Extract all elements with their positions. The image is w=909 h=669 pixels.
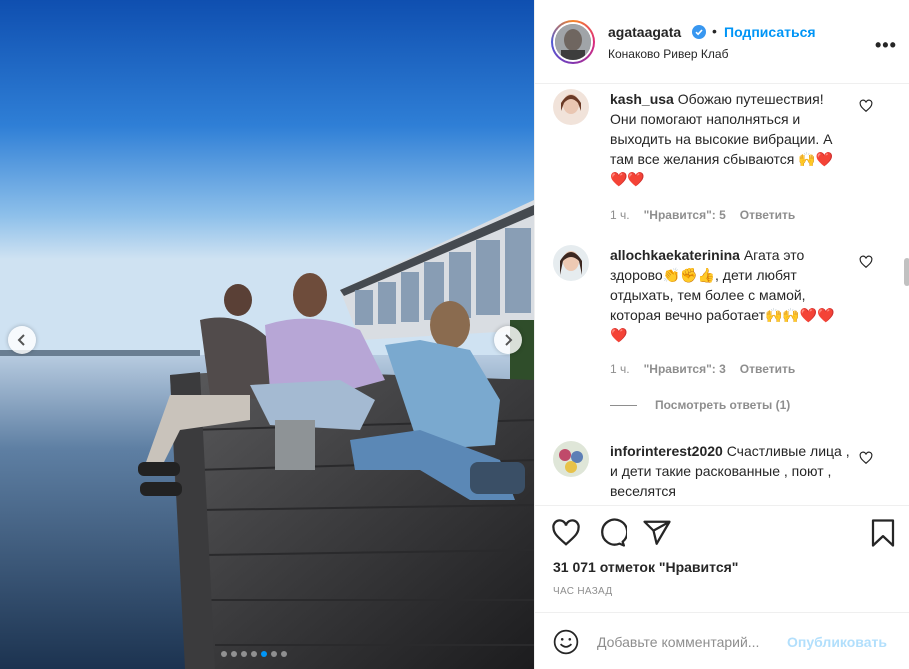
comment-text-block: allochkaekaterinina Агата это здорово👏✊👍… <box>610 245 850 345</box>
avatar-image <box>553 89 589 125</box>
comment-like-icon[interactable] <box>859 451 873 465</box>
post-time[interactable]: ЧАС НАЗАД <box>553 586 612 597</box>
comment-likes[interactable]: "Нравится": 3 <box>644 362 726 376</box>
avatar-image <box>553 441 589 477</box>
comment-meta: 1 ч. "Нравится": 5 Ответить <box>610 208 795 222</box>
post-header: agataagata • Подписаться Конаково Ривер … <box>535 0 909 84</box>
more-options-button[interactable]: ••• <box>875 35 897 56</box>
comment-time: 1 ч. <box>610 208 630 222</box>
carousel-dot <box>281 651 287 657</box>
view-replies-label: Посмотреть ответы (1) <box>655 398 791 412</box>
likes-count[interactable]: 31 071 отметок "Нравится" <box>553 559 738 575</box>
carousel-dot <box>241 651 247 657</box>
commenter-avatar[interactable] <box>553 245 589 281</box>
replies-divider-line <box>610 404 637 406</box>
commenter-username[interactable]: allochkaekaterinina <box>610 247 740 263</box>
avatar-image <box>553 245 589 281</box>
carousel-dot <box>221 651 227 657</box>
avatar-image <box>555 24 591 60</box>
view-replies-button[interactable]: Посмотреть ответы (1) <box>610 398 790 412</box>
post-photo <box>0 0 534 669</box>
post-media[interactable] <box>0 0 534 669</box>
author-username[interactable]: agataagata <box>608 24 681 40</box>
comments-list[interactable]: kash_usa Обожаю путешествия! Они помогаю… <box>535 85 909 505</box>
publish-button[interactable]: Опубликовать <box>787 634 887 650</box>
previous-slide-button[interactable] <box>8 326 36 354</box>
commenter-username[interactable]: inforinterest2020 <box>610 443 723 459</box>
reply-button[interactable]: Ответить <box>740 362 795 376</box>
heart-icon[interactable] <box>551 518 581 548</box>
chevron-left-icon <box>17 334 25 346</box>
comment-time: 1 ч. <box>610 362 630 376</box>
carousel-dot <box>271 651 277 657</box>
carousel-dot <box>231 651 237 657</box>
bookmark-icon[interactable] <box>868 518 898 548</box>
comment-like-icon[interactable] <box>859 255 873 269</box>
next-slide-button[interactable] <box>494 326 522 354</box>
comment-meta: 1 ч. "Нравится": 3 Ответить <box>610 362 795 376</box>
commenter-avatar[interactable] <box>553 441 589 477</box>
add-comment-bar: Опубликовать <box>535 612 909 669</box>
commenter-avatar[interactable] <box>553 89 589 125</box>
share-icon[interactable] <box>642 518 672 548</box>
chevron-right-icon <box>505 334 513 346</box>
comment-icon[interactable] <box>597 518 627 548</box>
post-side-panel: agataagata • Подписаться Конаково Ривер … <box>534 0 909 669</box>
carousel-dots <box>221 651 287 657</box>
comments-scrollbar[interactable] <box>904 258 909 286</box>
comment-likes[interactable]: "Нравится": 5 <box>644 208 726 222</box>
verified-badge-icon <box>692 25 706 39</box>
author-avatar[interactable] <box>551 20 595 64</box>
comment-like-icon[interactable] <box>859 99 873 113</box>
comment-text-block: kash_usa Обожаю путешествия! Они помогаю… <box>610 89 850 189</box>
carousel-dot <box>251 651 257 657</box>
separator-dot: • <box>712 23 717 39</box>
comment-input[interactable] <box>597 631 785 653</box>
commenter-username[interactable]: kash_usa <box>610 91 674 107</box>
follow-button[interactable]: Подписаться <box>724 24 816 40</box>
carousel-dot <box>261 651 267 657</box>
emoji-icon[interactable] <box>553 629 579 655</box>
comment-text-block: inforinterest2020 Счастливые лица , и де… <box>610 441 850 501</box>
post-actions: 31 071 отметок "Нравится" ЧАС НАЗАД <box>535 505 909 612</box>
reply-button[interactable]: Ответить <box>740 208 795 222</box>
post-location[interactable]: Конаково Ривер Клаб <box>608 47 728 61</box>
